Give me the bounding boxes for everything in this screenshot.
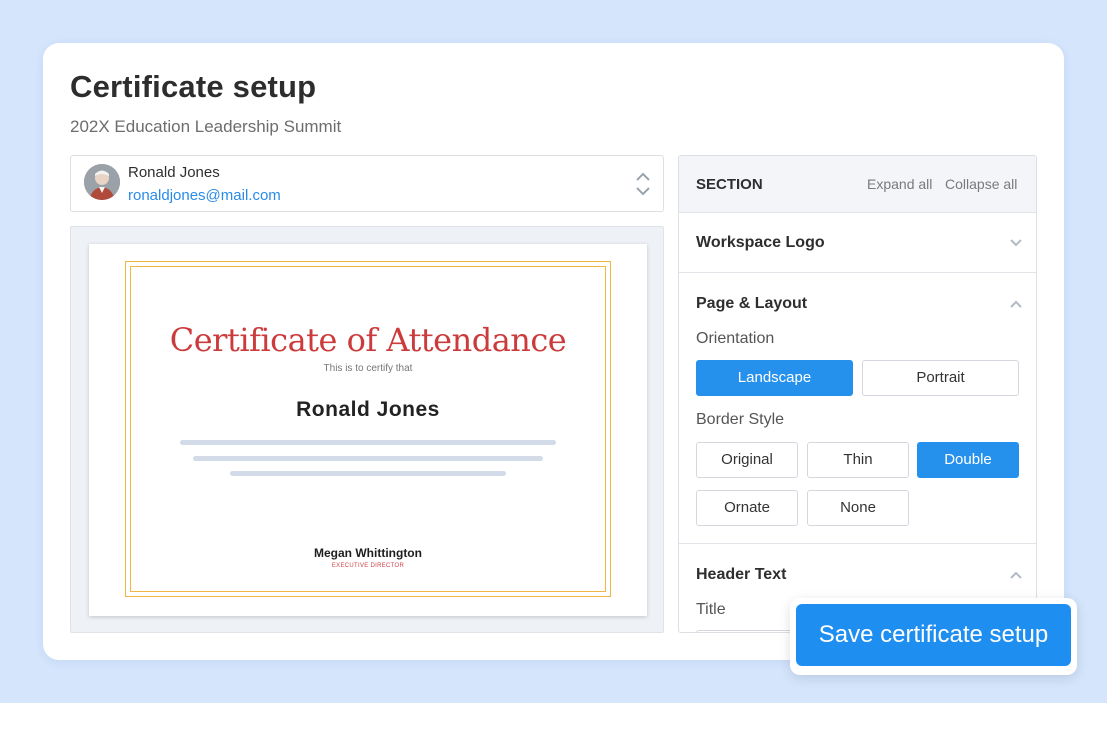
orientation-landscape-button[interactable]: Landscape bbox=[696, 360, 853, 396]
certificate-border-inner bbox=[130, 266, 606, 592]
certificate-signer-role: EXECUTIVE DIRECTOR bbox=[331, 563, 405, 569]
user-name: Ronald Jones bbox=[128, 164, 220, 181]
border-style-label: Border Style bbox=[696, 411, 785, 428]
settings-panel: SECTION Expand all Collapse all Workspac… bbox=[678, 155, 1037, 633]
page-subtitle: 202X Education Leadership Summit bbox=[70, 117, 342, 136]
section-title[interactable]: Header Text bbox=[696, 566, 786, 584]
section-page-layout: Page & Layout Orientation Landscape Port… bbox=[679, 273, 1036, 544]
chevron-down-icon[interactable] bbox=[1010, 239, 1022, 247]
title-field-label: Title bbox=[696, 601, 726, 618]
user-email: ronaldjones@mail.com bbox=[128, 187, 281, 204]
placeholder-line bbox=[230, 471, 506, 476]
chevron-up-icon[interactable] bbox=[1010, 300, 1022, 308]
certificate-subtitle: This is to certify that bbox=[323, 363, 413, 374]
certificate-recipient: Ronald Jones bbox=[296, 398, 440, 421]
page-title: Certificate setup bbox=[70, 69, 317, 104]
save-certificate-button[interactable]: Save certificate setup bbox=[796, 604, 1071, 666]
collapse-all-link[interactable]: Collapse all bbox=[945, 176, 1017, 192]
panel-header: SECTION Expand all Collapse all bbox=[679, 156, 1036, 213]
panel-header-label: SECTION bbox=[696, 176, 763, 193]
border-double-button[interactable]: Double bbox=[917, 442, 1019, 478]
section-title: Workspace Logo bbox=[696, 234, 825, 251]
certificate-preview: Certificate of Attendance This is to cer… bbox=[70, 226, 664, 633]
border-thin-button[interactable]: Thin bbox=[807, 442, 909, 478]
chevron-up-icon[interactable] bbox=[1010, 571, 1022, 579]
placeholder-line bbox=[193, 456, 543, 461]
orientation-portrait-button[interactable]: Portrait bbox=[862, 360, 1019, 396]
avatar bbox=[84, 164, 120, 200]
section-title[interactable]: Page & Layout bbox=[696, 295, 807, 313]
orientation-label: Orientation bbox=[696, 330, 775, 347]
placeholder-line bbox=[180, 440, 556, 445]
border-none-button[interactable]: None bbox=[807, 490, 909, 526]
certificate-signer-name: Megan Whittington bbox=[314, 546, 422, 560]
chevron-up-down-icon[interactable] bbox=[635, 170, 651, 198]
expand-all-link[interactable]: Expand all bbox=[867, 176, 932, 192]
border-ornate-button[interactable]: Ornate bbox=[696, 490, 798, 526]
section-workspace-logo[interactable]: Workspace Logo bbox=[679, 213, 1036, 273]
border-original-button[interactable]: Original bbox=[696, 442, 798, 478]
certificate-paper: Certificate of Attendance This is to cer… bbox=[89, 244, 647, 616]
recipient-selector[interactable]: Ronald Jones ronaldjones@mail.com bbox=[70, 155, 664, 212]
certificate-title: Certificate of Attendance bbox=[169, 321, 567, 359]
setup-card: Certificate setup 202X Education Leaders… bbox=[43, 43, 1064, 660]
save-button-container: Save certificate setup bbox=[790, 598, 1077, 675]
